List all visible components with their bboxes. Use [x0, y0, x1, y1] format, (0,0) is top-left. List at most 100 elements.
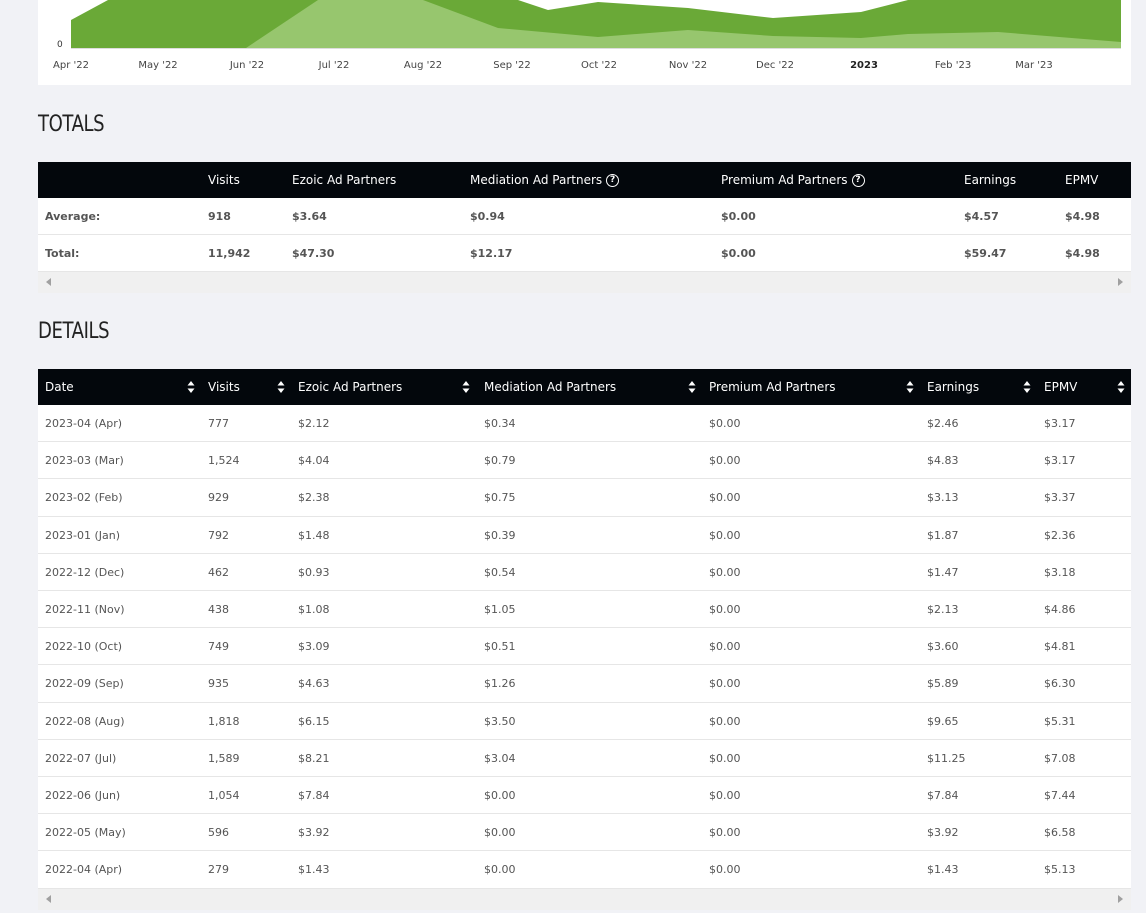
details-table-header: Date Visits Ezoic Ad Partners Mediation …: [38, 369, 1131, 405]
details-table-row: 2023-03 (Mar) 1,524 $4.04 $0.79 $0.00 $4.83 $3…: [38, 442, 1131, 480]
totals-table: Visits Ezoic Ad Partners Mediation Ad Pa…: [38, 162, 1131, 293]
details-header-ezoic[interactable]: Ezoic Ad Partners: [298, 369, 402, 405]
details-cell-ezoic: $1.48: [298, 528, 330, 542]
details-cell-mediation: $0.51: [484, 640, 516, 654]
area-chart-canvas: [71, 0, 1121, 49]
details-cell-earnings: $5.89: [927, 677, 959, 691]
sort-date-icon[interactable]: [187, 380, 195, 394]
details-cell-earnings: $1.47: [927, 565, 959, 579]
sort-earnings-icon[interactable]: [1023, 380, 1031, 394]
details-cell-mediation: $0.54: [484, 565, 516, 579]
details-cell-premium: $0.00: [709, 826, 741, 840]
details-cell-mediation: $3.04: [484, 751, 516, 765]
scroll-right-arrow-icon[interactable]: [1118, 895, 1123, 903]
details-header-earnings[interactable]: Earnings: [927, 369, 979, 405]
totals-header-earnings: Earnings: [964, 173, 1017, 187]
details-header-mediation[interactable]: Mediation Ad Partners: [484, 369, 616, 405]
x-axis-tick-label: 2023: [850, 60, 878, 71]
details-table-row: 2023-04 (Apr) 777 $2.12 $0.34 $0.00 $2.46 $3.1…: [38, 405, 1131, 443]
details-cell-visits: 279: [208, 863, 229, 877]
details-cell-epmv: $4.86: [1044, 603, 1076, 616]
details-cell-date: 2022-09 (Sep): [45, 677, 124, 691]
details-cell-premium: $0.00: [709, 751, 741, 765]
x-axis-tick-label: Aug '22: [403, 60, 443, 71]
details-cell-date: 2023-04 (Apr): [45, 417, 123, 430]
details-section-title: DETAILS: [38, 319, 110, 344]
details-cell-visits: 929: [208, 491, 229, 505]
details-cell-premium: $0.00: [709, 491, 741, 505]
details-table-row: 2022-12 (Dec) 462 $0.93 $0.54 $0.00 $1.47 $3.1…: [38, 553, 1131, 591]
sort-epmv-icon[interactable]: [1117, 380, 1125, 394]
x-axis-tick-label: Jun '22: [229, 60, 265, 71]
details-header-epmv[interactable]: EPMV: [1044, 369, 1077, 405]
details-cell-ezoic: $3.92: [298, 826, 330, 840]
scroll-left-arrow-icon[interactable]: [46, 895, 51, 903]
details-cell-ezoic: $0.93: [298, 565, 330, 579]
details-table-row: 2023-01 (Jan) 792 $1.48 $0.39 $0.00 $1.87 $2.3…: [38, 516, 1131, 554]
details-cell-visits: 792: [208, 528, 229, 542]
details-cell-premium: $0.00: [709, 528, 741, 542]
sort-visits-icon[interactable]: [277, 380, 285, 394]
details-cell-premium: $0.00: [709, 417, 741, 430]
totals-cell-ezoic: $3.64: [292, 210, 327, 223]
details-cell-date: 2022-07 (Jul): [45, 751, 117, 765]
scroll-left-arrow-icon[interactable]: [46, 278, 51, 286]
x-axis-tick-label: Sep '22: [493, 60, 531, 71]
details-header-premium[interactable]: Premium Ad Partners: [709, 369, 836, 405]
details-cell-ezoic: $6.15: [298, 714, 330, 728]
details-cell-ezoic: $2.38: [298, 491, 330, 505]
details-header-visits[interactable]: Visits: [208, 369, 240, 405]
mediation-help-icon[interactable]: ?: [606, 173, 620, 187]
details-cell-date: 2022-12 (Dec): [45, 565, 125, 579]
earnings-chart: 0 Apr '22 May '22 Jun '22 Jul '22 Aug '22 Sep…: [38, 0, 1131, 85]
totals-header-visits: Visits: [208, 173, 240, 187]
details-horizontal-scrollbar[interactable]: [38, 889, 1131, 910]
details-cell-premium: $0.00: [709, 677, 741, 691]
details-cell-epmv: $5.13: [1044, 863, 1076, 877]
details-table-row: 2022-09 (Sep) 935 $4.63 $1.26 $0.00 $5.89 $6.3…: [38, 665, 1131, 703]
details-table-row: 2022-05 (May) 596 $3.92 $0.00 $0.00 $3.92 $6.5…: [38, 814, 1131, 852]
details-cell-epmv: $5.31: [1044, 714, 1076, 728]
totals-cell-epmv: $4.98: [1065, 247, 1100, 260]
details-cell-visits: 438: [208, 603, 229, 616]
details-cell-earnings: $4.83: [927, 454, 959, 468]
details-cell-mediation: $0.00: [484, 789, 516, 802]
details-cell-mediation: $0.75: [484, 491, 516, 505]
details-cell-visits: 1,818: [208, 714, 240, 728]
details-cell-date: 2022-11 (Nov): [45, 603, 125, 616]
details-cell-date: 2023-02 (Feb): [45, 491, 123, 505]
details-cell-earnings: $2.46: [927, 417, 959, 430]
details-cell-epmv: $3.17: [1044, 454, 1076, 468]
totals-header-premium: Premium Ad Partners ?: [721, 162, 865, 198]
totals-horizontal-scrollbar[interactable]: [38, 272, 1131, 293]
details-cell-visits: 1,054: [208, 789, 240, 802]
details-cell-earnings: $3.60: [927, 640, 959, 654]
sort-premium-icon[interactable]: [906, 380, 914, 394]
details-cell-premium: $0.00: [709, 789, 741, 802]
sort-mediation-icon[interactable]: [688, 380, 696, 394]
totals-cell-epmv: $4.98: [1065, 210, 1100, 223]
details-cell-epmv: $2.36: [1044, 528, 1076, 542]
details-table-row: 2022-06 (Jun) 1,054 $7.84 $0.00 $0.00 $7.84 $7…: [38, 777, 1131, 815]
details-cell-premium: $0.00: [709, 714, 741, 728]
details-cell-epmv: $7.44: [1044, 789, 1076, 802]
x-axis-tick-label: May '22: [138, 60, 178, 71]
scroll-right-arrow-icon[interactable]: [1118, 278, 1123, 286]
details-cell-ezoic: $1.43: [298, 863, 330, 877]
details-header-date[interactable]: Date: [45, 369, 74, 405]
x-axis-tick-label: Apr '22: [53, 60, 89, 71]
details-cell-premium: $0.00: [709, 863, 741, 877]
details-cell-earnings: $2.13: [927, 603, 959, 616]
details-table: Date Visits Ezoic Ad Partners Mediation …: [38, 369, 1131, 910]
sort-ezoic-icon[interactable]: [462, 380, 470, 394]
details-cell-ezoic: $4.04: [298, 454, 330, 468]
details-cell-mediation: $3.50: [484, 714, 516, 728]
details-cell-date: 2022-06 (Jun): [45, 789, 121, 802]
totals-table-row: Total: 11,942 $47.30 $12.17 $0.00 $59.47 $4.98: [38, 235, 1131, 272]
totals-cell-mediation: $12.17: [470, 247, 513, 260]
x-axis-tick-label: Jul '22: [318, 60, 350, 71]
totals-cell-ezoic: $47.30: [292, 247, 335, 260]
details-cell-mediation: $0.39: [484, 528, 516, 542]
premium-help-icon[interactable]: ?: [851, 173, 865, 187]
totals-header-premium-label: Premium Ad Partners: [721, 173, 848, 187]
